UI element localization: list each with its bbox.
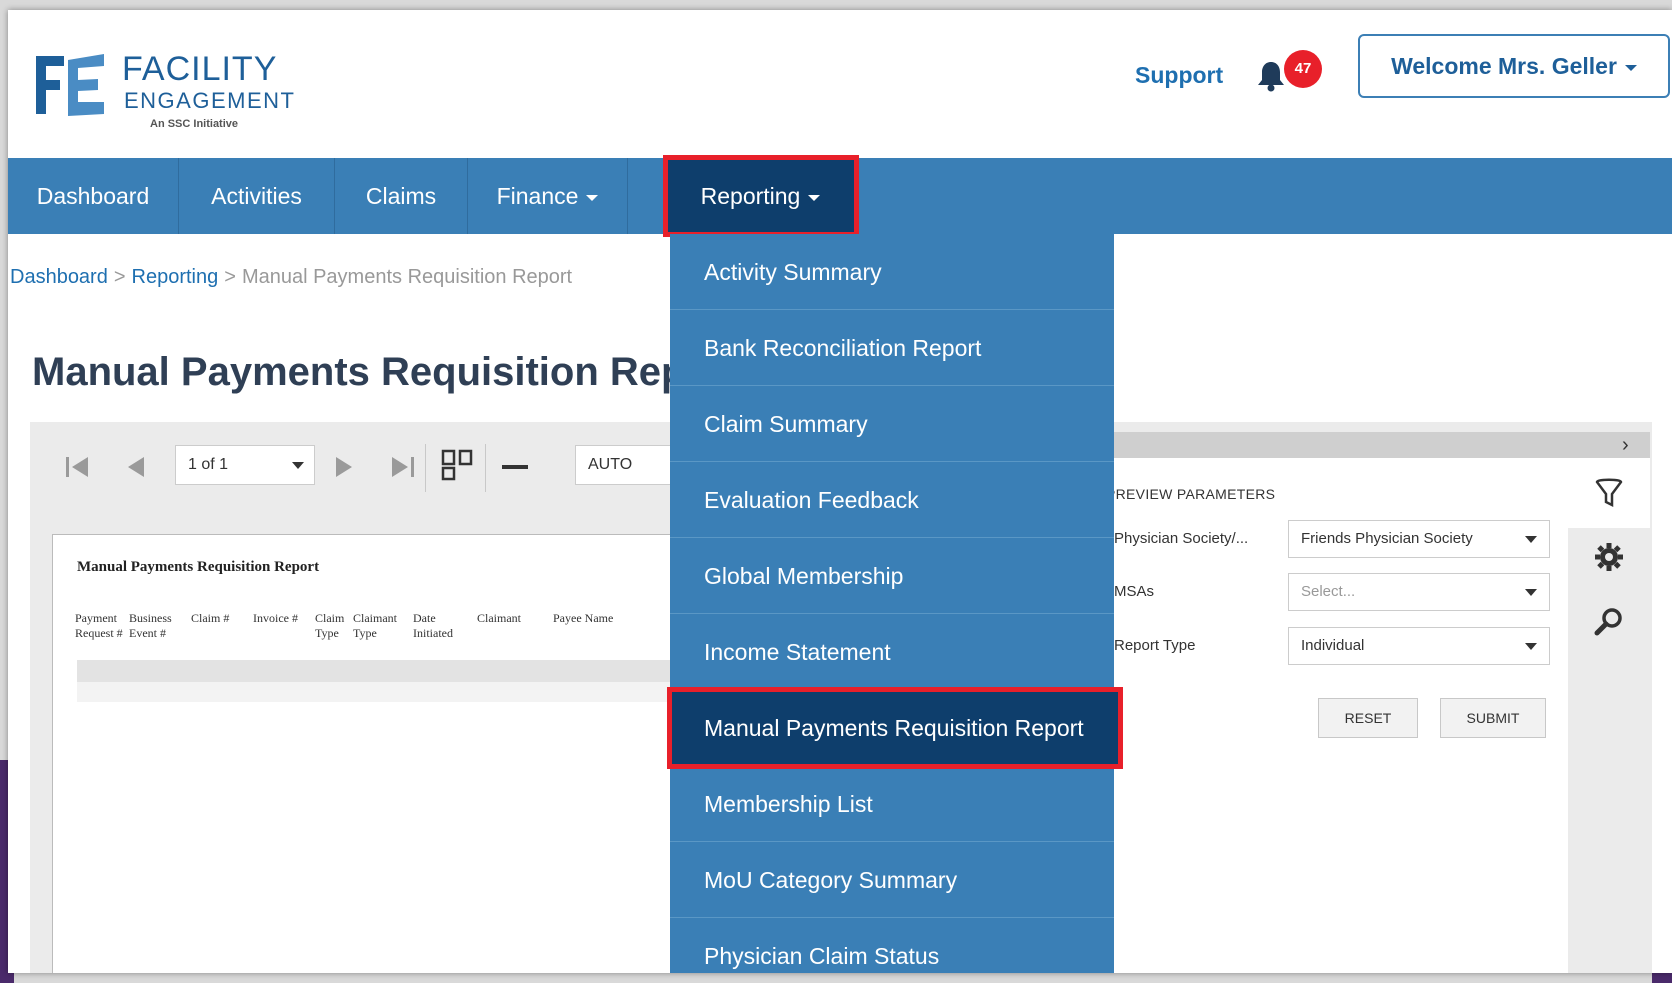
facility-engagement-logo[interactable]: FACILITY ENGAGEMENT An SSC Initiative <box>32 42 302 137</box>
chevron-down-icon <box>1525 589 1537 596</box>
nav-item-label: Claims <box>365 183 437 209</box>
column-header-claimant-type: Claimant Type <box>353 611 397 640</box>
fe-logo-mark-icon <box>36 54 104 116</box>
user-menu-label: Welcome Mrs. Geller <box>1391 53 1617 79</box>
search-icon[interactable] <box>1594 606 1624 636</box>
nav-item-finance[interactable]: Finance <box>468 158 628 234</box>
nav-item-label: Reporting <box>700 183 801 209</box>
notification-count-badge[interactable]: 47 <box>1284 50 1322 88</box>
chevron-down-icon <box>292 462 304 469</box>
column-header-date-initiated: Date Initiated <box>413 611 453 640</box>
page-layout-icon[interactable] <box>440 448 474 482</box>
zoom-value: AUTO <box>588 456 633 473</box>
breadcrumb: Dashboard > Reporting > Manual Payments Requ… <box>10 266 572 289</box>
breadcrumb-reporting-link[interactable]: Reporting <box>132 266 219 288</box>
breadcrumb-separator: > <box>113 266 126 288</box>
zoom-select[interactable]: AUTO <box>575 445 685 485</box>
nav-item-label: Activities <box>211 183 302 209</box>
logo-text-facility: FACILITY <box>122 50 278 88</box>
column-header-claim-type: Claim Type <box>315 611 345 640</box>
menu-item-global-membership[interactable]: Global Membership <box>670 538 1114 614</box>
menu-item-evaluation-feedback[interactable]: Evaluation Feedback <box>670 462 1114 538</box>
reporting-dropdown-menu: Activity Summary Bank Reconciliation Rep… <box>667 234 1123 973</box>
page-number-select[interactable]: 1 of 1 <box>175 445 315 485</box>
column-header-business-event: Business Event # <box>129 611 172 640</box>
chevron-down-icon <box>586 194 599 201</box>
menu-item-activity-summary[interactable]: Activity Summary <box>670 234 1114 310</box>
chevron-down-icon <box>808 194 821 201</box>
submit-button[interactable]: SUBMIT <box>1440 698 1546 738</box>
user-menu-button[interactable]: Welcome Mrs. Geller <box>1358 34 1670 98</box>
chevron-right-icon[interactable]: › <box>1622 434 1629 457</box>
params-panel-header <box>1100 432 1650 458</box>
logo-text-engagement: ENGAGEMENT <box>124 88 296 113</box>
reset-button[interactable]: RESET <box>1318 698 1418 738</box>
gear-icon[interactable] <box>1594 542 1624 572</box>
column-header-payee-name: Payee Name <box>553 611 614 625</box>
column-header-invoice: Invoice # <box>253 611 298 625</box>
chevron-down-icon <box>1525 536 1537 543</box>
logo-tagline: An SSC Initiative <box>150 118 239 130</box>
nav-item-dashboard[interactable]: Dashboard <box>8 158 179 234</box>
bell-icon[interactable] <box>1256 60 1286 92</box>
chevron-down-icon <box>1624 64 1637 71</box>
last-page-icon[interactable] <box>388 452 418 482</box>
nav-item-reporting[interactable]: Reporting <box>663 155 859 237</box>
breadcrumb-current: Manual Payments Requisition Report <box>241 266 573 288</box>
previous-page-icon[interactable] <box>120 452 150 482</box>
breadcrumb-separator: > <box>224 266 236 288</box>
menu-item-claim-summary[interactable]: Claim Summary <box>670 386 1114 462</box>
column-header-claim: Claim # <box>191 611 230 625</box>
preview-parameters-heading: PREVIEW PARAMETERS <box>1106 486 1276 502</box>
breadcrumb-dashboard-link[interactable]: Dashboard <box>10 266 108 288</box>
table-row <box>77 660 677 682</box>
report-type-label: Report Type <box>1114 637 1196 654</box>
column-header-payment-request: Payment Request # <box>75 611 123 640</box>
menu-item-income-statement[interactable]: Income Statement <box>670 614 1114 690</box>
menu-item-bank-reconciliation-report[interactable]: Bank Reconciliation Report <box>670 310 1114 386</box>
menu-item-manual-payments-requisition-report[interactable]: Manual Payments Requisition Report <box>667 687 1123 769</box>
page-title: Manual Payments Requisition Report <box>32 350 739 394</box>
menu-item-membership-list[interactable]: Membership List <box>670 766 1114 842</box>
menu-item-mou-category-summary[interactable]: MoU Category Summary <box>670 842 1114 918</box>
viewer-toolbar: 1 of 1 AUTO <box>30 422 690 510</box>
nav-item-label: Finance <box>496 183 579 209</box>
physician-society-select[interactable]: Friends Physician Society <box>1288 520 1550 558</box>
filter-icon[interactable] <box>1594 478 1624 508</box>
msas-label: MSAs <box>1114 583 1155 600</box>
first-page-icon[interactable] <box>62 452 92 482</box>
params-side-toolbar <box>1568 458 1650 973</box>
physician-society-label: Physician Society/... <box>1114 530 1249 547</box>
msas-select[interactable]: Select... <box>1288 573 1550 611</box>
msas-placeholder: Select... <box>1301 583 1356 600</box>
table-row <box>77 682 677 702</box>
report-type-select[interactable]: Individual <box>1288 627 1550 665</box>
support-link[interactable]: Support <box>1135 62 1223 89</box>
main-nav: Dashboard Activities Claims Finance Repo… <box>8 155 1672 237</box>
nav-item-label: Dashboard <box>36 183 150 209</box>
report-type-value: Individual <box>1301 637 1365 654</box>
physician-society-value: Friends Physician Society <box>1301 530 1473 547</box>
toolbar-divider <box>485 444 486 492</box>
chevron-down-icon <box>1525 643 1537 650</box>
report-title: Manual Payments Requisition Report <box>77 559 320 575</box>
zoom-out-icon[interactable] <box>500 452 530 482</box>
nav-item-claims[interactable]: Claims <box>335 158 468 234</box>
toolbar-divider <box>425 444 426 492</box>
report-page: Manual Payments Requisition Report Payme… <box>52 534 692 973</box>
next-page-icon[interactable] <box>330 452 360 482</box>
menu-item-physician-claim-status[interactable]: Physician Claim Status <box>670 918 1114 973</box>
nav-item-activities[interactable]: Activities <box>179 158 335 234</box>
app-window: FACILITY ENGAGEMENT An SSC Initiative Su… <box>8 10 1672 973</box>
page-number-value: 1 of 1 <box>188 456 229 473</box>
column-header-claimant: Claimant <box>477 611 521 625</box>
